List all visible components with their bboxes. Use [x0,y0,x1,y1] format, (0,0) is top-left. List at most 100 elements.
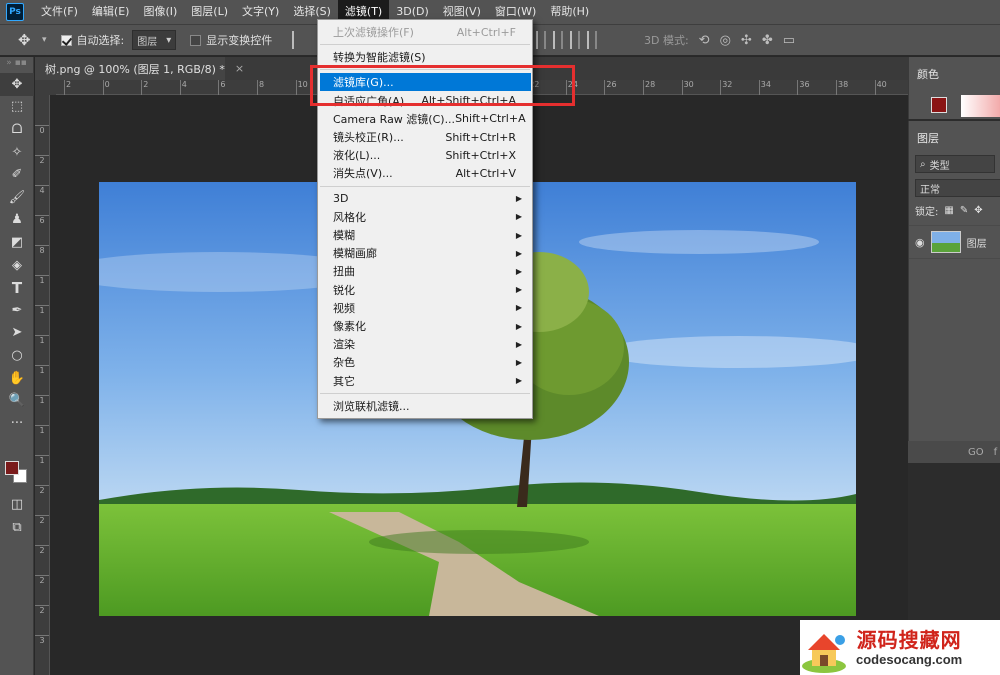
align-top-icon[interactable] [292,31,302,49]
submenu-arrow-icon: ▶ [515,230,522,240]
menu-item-shortcut: Shift+Ctrl+R [445,130,516,144]
show-transform-checkbox[interactable] [190,34,202,46]
menu-item-label: 3D [333,192,349,206]
magic-wand-tool-icon[interactable]: ✧ [0,141,34,164]
lasso-tool-icon[interactable]: ᗝ [0,118,34,141]
visibility-eye-icon[interactable]: ◉ [915,236,925,249]
link-layers-icon[interactable]: GO [968,447,984,458]
filter-menu-item[interactable]: 消失点(V)... Alt+Ctrl+V [318,164,532,182]
ruler-tick-label: 0 [35,125,49,135]
submenu-arrow-icon: ▶ [515,285,522,295]
menu-item-label: 液化(L)... [333,149,381,163]
brush-tool-icon[interactable]: 🖌 [0,186,34,209]
filter-menu-item[interactable]: 镜头校正(R)... Shift+Ctrl+R [318,128,532,146]
filter-menu-item[interactable]: 浏览联机滤镜... [318,397,532,415]
filter-menu-item[interactable]: Camera Raw 滤镜(C)... Shift+Ctrl+A [318,110,532,128]
menu-edit[interactable]: 编辑(E) [85,0,137,24]
move-tool-icon[interactable]: ✥ [0,73,34,96]
zoom-tool-icon[interactable]: 🔍 [0,389,34,412]
filter-menu-item[interactable]: 杂色 ▶ [318,353,532,371]
distribute-buttons [536,31,597,49]
slide-3d-icon[interactable]: ✤ [762,33,773,48]
submenu-arrow-icon: ▶ [515,321,522,331]
toolbar-grip[interactable]: » ▪▪ [0,57,33,73]
menu-file[interactable]: 文件(F) [34,0,85,24]
menu-type[interactable]: 文字(Y) [235,0,286,24]
fx-icon[interactable]: f [994,447,998,458]
distribute-icon[interactable] [587,31,597,49]
ruler-tick-label: 38 [836,80,848,95]
ellipse-tool-icon[interactable]: ○ [0,344,34,367]
distribute-icon[interactable] [570,31,580,49]
filter-menu-item[interactable]: 3D ▶ [318,190,532,208]
marquee-tool-icon[interactable]: ⬚ [0,96,34,119]
menu-separator [320,44,530,46]
more-tools-icon[interactable]: ··· [0,412,34,435]
menu-item-label: 渲染 [333,338,355,352]
layer-row[interactable]: ◉ 图层 [909,225,1000,259]
menu-image[interactable]: 图像(I) [136,0,184,24]
quick-mask-icon[interactable]: ◫ [0,493,34,516]
ruler-tick-label: 2 [35,155,49,165]
filter-menu-item[interactable]: 锐化 ▶ [318,281,532,299]
tab-layers[interactable]: 图层 [909,127,947,147]
layers-panel-footer: GO f [908,441,1000,463]
filter-menu-item[interactable]: 模糊 ▶ [318,226,532,244]
tab-color[interactable]: 颜色 [909,63,947,83]
distribute-icon[interactable] [536,31,546,49]
menu-help[interactable]: 帮助(H) [543,0,596,24]
color-panel-swatch[interactable] [931,97,947,113]
filter-menu-item[interactable]: 其它 ▶ [318,372,532,390]
watermark-en: codesocang.com [856,652,963,667]
foreground-color-swatch[interactable] [5,461,19,475]
type-tool-icon[interactable]: T [0,276,34,299]
ruler-tick-label: 30 [681,80,694,95]
ruler-tick-label: 1 [35,275,49,285]
layer-filter-dropdown[interactable]: ⌕ 类型 [915,155,995,173]
ruler-tick-label: 1 [35,305,49,315]
lock-brush-icon[interactable]: ✎ [960,205,968,216]
drag-3d-icon[interactable]: ✣ [741,33,752,48]
filter-menu-item[interactable]: 模糊画廊 ▶ [318,244,532,262]
filter-menu-item[interactable]: 视频 ▶ [318,299,532,317]
align-buttons [292,31,302,49]
filter-menu-item[interactable]: 扭曲 ▶ [318,262,532,280]
menu-item-label: 转换为智能滤镜(S) [333,51,426,65]
distribute-icon[interactable] [553,31,563,49]
document-tab[interactable]: 树.png @ 100% (图层 1, RGB/8) * × [35,57,244,80]
auto-select-checkbox[interactable] [60,34,72,46]
screen-mode-icon[interactable]: ⧉ [0,516,34,539]
menu-item-label: 上次滤镜操作(F) [333,26,414,39]
filter-menu-item[interactable]: 转换为智能滤镜(S) [318,48,532,66]
filter-menu-item[interactable]: 像素化 ▶ [318,317,532,335]
path-select-tool-icon[interactable]: ➤ [0,322,34,345]
lock-row: 锁定: ▦ ✎ ✥ [915,203,1000,218]
move-tool-icon[interactable]: ✥ [18,31,42,49]
lock-pixels-icon[interactable]: ▦ [944,205,953,216]
filter-menu-item[interactable]: 渲染 ▶ [318,335,532,353]
pen-tool-icon[interactable]: ✒ [0,299,34,322]
ruler-tick-label: 4 [35,185,49,195]
filter-menu-item[interactable]: 液化(L)... Shift+Ctrl+X [318,146,532,164]
lock-position-icon[interactable]: ✥ [974,205,982,216]
roll-3d-icon[interactable]: ◎ [720,33,731,48]
menu-item-label: 杂色 [333,356,355,370]
auto-select-dropdown[interactable]: 图层 ▾ [132,30,177,50]
ruler-tick-label: 2 [35,485,49,495]
menu-item-label: 锐化 [333,283,355,297]
menu-separator [320,392,530,394]
filter-menu-item[interactable]: 风格化 ▶ [318,208,532,226]
hand-tool-icon[interactable]: ✋ [0,367,34,390]
eraser-tool-icon[interactable]: ◩ [0,231,34,254]
menu-layer[interactable]: 图层(L) [184,0,235,24]
blend-mode-dropdown[interactable]: 正常 [915,179,1000,197]
orbit-3d-icon[interactable]: ⟲ [699,33,710,48]
stamp-tool-icon[interactable]: ♟ [0,209,34,232]
menu-item-label: 镜头校正(R)... [333,131,404,144]
close-icon[interactable]: × [235,62,244,75]
paint-bucket-tool-icon[interactable]: ◈ [0,254,34,277]
eyedropper-tool-icon[interactable]: ✐ [0,163,34,186]
tool-preset-chevron-icon[interactable]: ▾ [42,35,47,45]
video-3d-icon[interactable]: ▭ [783,33,795,48]
color-ramp[interactable] [961,95,1000,117]
